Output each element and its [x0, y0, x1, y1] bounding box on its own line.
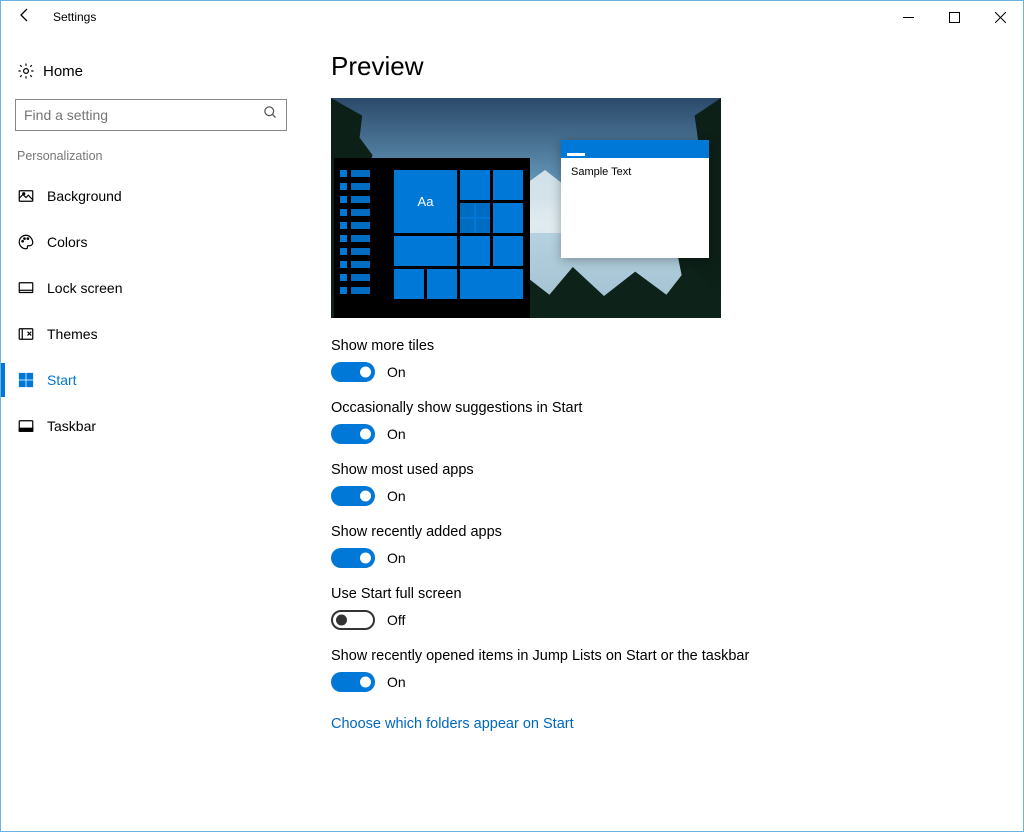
- window-title: Settings: [49, 10, 96, 24]
- setting-label: Show most used apps: [331, 462, 993, 478]
- titlebar: Settings: [1, 1, 1023, 33]
- sidebar-item-themes[interactable]: Themes: [1, 311, 301, 357]
- folders-link[interactable]: Choose which folders appear on Start: [331, 716, 574, 732]
- toggle-jump-lists[interactable]: [331, 672, 375, 692]
- lock-screen-icon: [17, 279, 47, 297]
- toggle-show-more-tiles[interactable]: [331, 362, 375, 382]
- toggle-recently-added[interactable]: [331, 548, 375, 568]
- picture-icon: [17, 187, 47, 205]
- setting-label: Show recently opened items in Jump Lists…: [331, 648, 993, 664]
- toggle-state: Off: [387, 612, 405, 628]
- preview-sample-text: Sample Text: [561, 158, 709, 186]
- category-label: Personalization: [1, 149, 301, 173]
- sidebar-item-colors[interactable]: Colors: [1, 219, 301, 265]
- preview-start-panel: Aa: [334, 158, 530, 318]
- setting-label: Occasionally show suggestions in Start: [331, 400, 993, 416]
- toggle-state: On: [387, 364, 406, 380]
- toggle-most-used[interactable]: [331, 486, 375, 506]
- setting-full-screen: Use Start full screen Off: [331, 586, 993, 630]
- home-label: Home: [43, 63, 83, 80]
- search-field[interactable]: [24, 107, 263, 123]
- setting-label: Show more tiles: [331, 338, 993, 354]
- start-icon: [17, 371, 47, 389]
- sidebar-item-lock-screen[interactable]: Lock screen: [1, 265, 301, 311]
- sidebar-item-label: Colors: [47, 234, 87, 250]
- setting-recently-added: Show recently added apps On: [331, 524, 993, 568]
- setting-jump-lists: Show recently opened items in Jump Lists…: [331, 648, 993, 692]
- toggle-state: On: [387, 488, 406, 504]
- sidebar-item-label: Background: [47, 188, 122, 204]
- toggle-state: On: [387, 426, 406, 442]
- toggle-suggestions[interactable]: [331, 424, 375, 444]
- close-button[interactable]: [977, 1, 1023, 33]
- home-button[interactable]: Home: [1, 49, 301, 93]
- search-icon: [263, 105, 278, 125]
- back-button[interactable]: [1, 7, 49, 28]
- setting-show-more-tiles: Show more tiles On: [331, 338, 993, 382]
- setting-label: Use Start full screen: [331, 586, 993, 602]
- minimize-button[interactable]: [885, 1, 931, 33]
- sidebar-item-background[interactable]: Background: [1, 173, 301, 219]
- taskbar-icon: [17, 417, 47, 435]
- palette-icon: [17, 233, 47, 251]
- preview-tile-aa: Aa: [394, 170, 457, 233]
- gear-icon: [17, 62, 43, 80]
- sidebar-item-label: Themes: [47, 326, 98, 342]
- main-content: Preview Aa: [301, 33, 1023, 831]
- sidebar-item-label: Taskbar: [47, 418, 96, 434]
- preview-sample-window: Sample Text: [561, 140, 709, 258]
- preview-image: Aa Sample Text: [331, 98, 721, 318]
- maximize-button[interactable]: [931, 1, 977, 33]
- search-input[interactable]: [15, 99, 287, 131]
- sidebar-item-label: Start: [47, 372, 77, 388]
- page-title: Preview: [331, 51, 993, 82]
- sidebar-item-taskbar[interactable]: Taskbar: [1, 403, 301, 449]
- setting-label: Show recently added apps: [331, 524, 993, 540]
- toggle-state: On: [387, 674, 406, 690]
- themes-icon: [17, 325, 47, 343]
- sidebar-item-start[interactable]: Start: [1, 357, 301, 403]
- sidebar-item-label: Lock screen: [47, 280, 122, 296]
- setting-suggestions: Occasionally show suggestions in Start O…: [331, 400, 993, 444]
- sidebar: Home Personalization Background Colors L…: [1, 33, 301, 831]
- toggle-state: On: [387, 550, 406, 566]
- setting-most-used: Show most used apps On: [331, 462, 993, 506]
- toggle-full-screen[interactable]: [331, 610, 375, 630]
